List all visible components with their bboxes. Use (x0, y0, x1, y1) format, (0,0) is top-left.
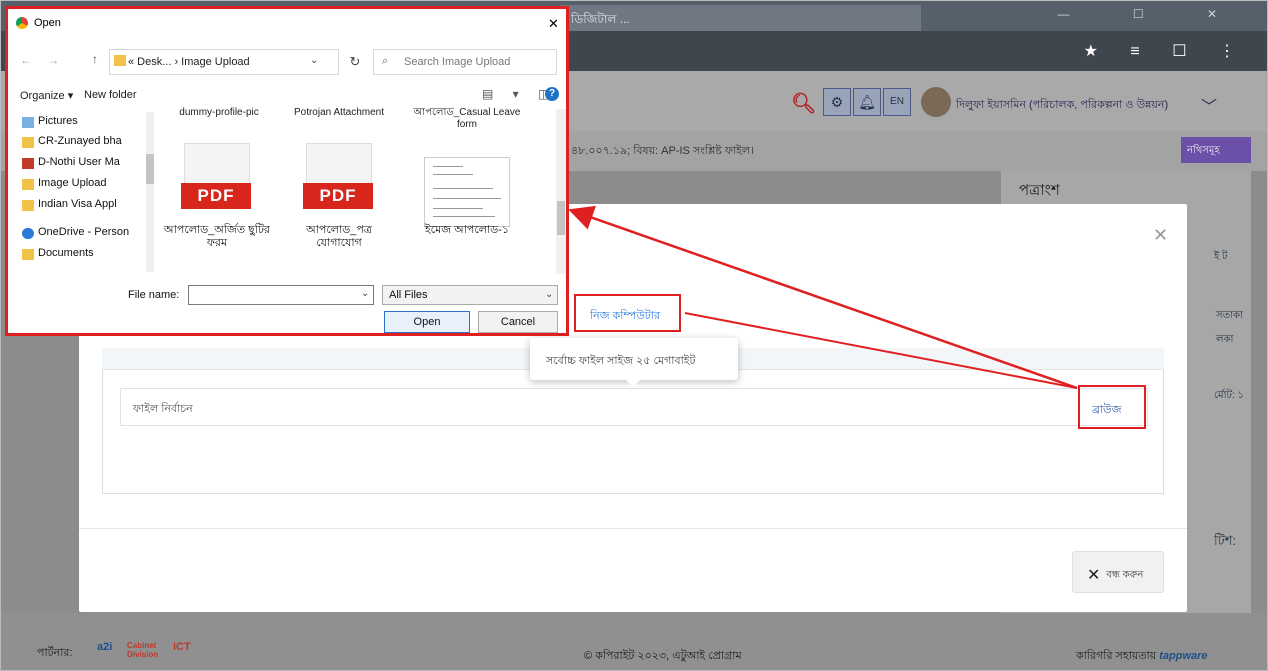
pdf-badge: PDF (303, 183, 373, 209)
up-arrow-icon[interactable]: ↑ (92, 52, 98, 66)
nav-item-cr-zunayed[interactable]: CR-Zunayed bha (38, 135, 146, 147)
nav-scrollbar[interactable] (146, 112, 154, 272)
address-path[interactable]: « Desk... › Image Upload (109, 49, 339, 75)
folder-icon (22, 179, 34, 190)
search-icon[interactable]: 🔍︎ (791, 91, 816, 116)
new-folder-button[interactable]: New folder (84, 89, 137, 101)
side-fragment: লকা (1216, 334, 1234, 345)
filename-label: File name: (128, 289, 180, 301)
doc-line (433, 188, 493, 189)
dialog-title: Open (34, 17, 61, 29)
file-select-label: ফাইল নির্বাচন (133, 403, 193, 415)
dialog-titlebar (8, 9, 566, 39)
file-item[interactable]: আপলোড_পত্র যোগাযোগ (284, 224, 394, 250)
folder-icon (22, 158, 34, 169)
a2i-logo: a2i (97, 641, 113, 653)
footer-copyright: © কপিরাইট ২০২৩, এটুআই প্রোগ্রাম (584, 650, 742, 662)
pdf-badge: PDF (181, 183, 251, 209)
window-controls[interactable]: — ☐ ✕ (1058, 7, 1247, 21)
file-item[interactable]: dummy-profile-pic (164, 107, 274, 119)
screenshot-frame: ডিজিটাল ... — ☐ ✕ ★ ≡ ☐ ⋮ 🔍︎ ⚙ 🔔︎ EN দিল… (0, 0, 1268, 671)
side-fragment: ই ট (1214, 251, 1228, 262)
file-size-tooltip: সর্বোচ্চ ফাইল সাইজ ২৫ মেগাবাইট (530, 338, 738, 387)
pictures-icon (22, 117, 34, 128)
doc-line (433, 174, 473, 175)
document-thumbnail[interactable] (424, 157, 510, 227)
tab-own-computer[interactable]: নিজ কম্পিউটার (574, 294, 681, 332)
dialog-close-icon[interactable]: ✕ (548, 16, 559, 32)
doc-line (433, 166, 463, 167)
subject-text: ৪৮.০০৭.১৯; বিষয়: AP-IS সংশ্লিষ্ট ফাইল। (571, 145, 755, 157)
open-file-dialog: Open ✕ ← → ↑ « Desk... › Image Upload ⌄ … (5, 6, 569, 336)
footer-tech-support: কারিগরি সহায়তায় tappware (1076, 647, 1208, 666)
user-name[interactable]: দিলুফা ইয়াসমিন (পরিচালক, পরিকল্পনা ও উন… (956, 96, 1168, 115)
folder-icon (114, 55, 126, 66)
side-fragment: সতাকা (1216, 310, 1243, 321)
nav-item-image-upload[interactable]: Image Upload (38, 177, 146, 189)
doc-line (433, 208, 483, 209)
browser-tab[interactable]: ডিজিটাল ... (561, 5, 921, 31)
nav-item-pictures[interactable]: Pictures (38, 115, 146, 127)
nav-scrollbar-thumb[interactable] (146, 154, 154, 184)
nav-item-onedrive[interactable]: OneDrive - Person (38, 226, 146, 238)
doc-line (433, 198, 501, 199)
chevron-down-icon[interactable]: ⌄ (310, 55, 318, 66)
ict-logo: ICT (173, 641, 191, 653)
language-toggle-button[interactable]: EN (883, 88, 911, 116)
file-select-row[interactable] (120, 388, 1148, 426)
refresh-icon[interactable]: ↻ (342, 49, 368, 75)
filename-input[interactable] (188, 285, 374, 305)
nav-item-d-nothi[interactable]: D-Nothi User Ma (38, 156, 146, 168)
file-item[interactable]: আপলোড_Casual Leave form (412, 107, 522, 131)
notification-bell-icon[interactable]: 🔔︎ (853, 88, 881, 116)
side-panel-title: পত্রাংশ (1019, 182, 1060, 199)
file-item[interactable]: আপলোড_অর্জিত ছুটির ফরম (162, 224, 272, 250)
modal-close-icon[interactable]: ✕ (1153, 225, 1168, 246)
dialog-search-input[interactable]: Search Image Upload (373, 49, 557, 75)
chevron-down-icon[interactable]: ⌄ (361, 288, 369, 299)
cabinet-division-logo: Cabinet Division (127, 641, 159, 659)
folder-icon (22, 137, 34, 148)
chevron-down-icon[interactable]: ⌄ (545, 289, 553, 300)
avatar[interactable] (921, 87, 951, 117)
open-button[interactable]: Open (384, 311, 470, 333)
back-forward-icon[interactable]: ← → (20, 53, 65, 67)
browse-button[interactable]: ব্রাউজ (1078, 385, 1146, 429)
content-scrollbar[interactable] (556, 109, 566, 274)
chrome-icon (16, 17, 28, 29)
chevron-down-icon[interactable]: ﹀ (1201, 93, 1217, 117)
footer-partner-label: পার্টনার: (37, 647, 73, 659)
side-fragment: টিশ: (1214, 533, 1237, 548)
content-scrollbar-thumb[interactable] (557, 201, 565, 235)
side-fragment: র্মোট: ১ (1214, 390, 1245, 401)
folder-icon (22, 200, 34, 211)
settings-gear-icon[interactable]: ⚙ (823, 88, 851, 116)
footer-tech-label: কারিগরি সহায়তায় (1076, 650, 1157, 662)
organize-menu[interactable]: Organize ▾ (20, 89, 73, 102)
search-icon: ⌕ (382, 55, 389, 67)
doc-line (433, 216, 495, 217)
close-modal-button[interactable]: ✕ বন্ধ করুন (1072, 551, 1164, 593)
file-type-filter[interactable]: All Files (382, 285, 558, 305)
help-icon[interactable]: ? (545, 87, 559, 101)
nothi-list-button[interactable]: নথিসমূহ (1181, 137, 1251, 163)
folder-icon (22, 249, 34, 260)
file-item[interactable]: Potrojan Attachment (284, 107, 394, 119)
modal-divider (79, 528, 1187, 529)
file-item[interactable]: ইমেজ আপলোড-১ (412, 224, 522, 237)
close-icon: ✕ (1087, 567, 1101, 584)
nav-item-documents[interactable]: Documents (38, 247, 146, 259)
nav-item-indian-visa[interactable]: Indian Visa Appl (38, 198, 146, 210)
close-modal-label: বন্ধ করুন (1106, 569, 1144, 581)
onedrive-icon (22, 228, 34, 239)
tappware-logo: tappware (1159, 650, 1208, 662)
cancel-button[interactable]: Cancel (478, 311, 558, 333)
browser-toolbar-icons[interactable]: ★ ≡ ☐ ⋮ (1084, 41, 1249, 61)
